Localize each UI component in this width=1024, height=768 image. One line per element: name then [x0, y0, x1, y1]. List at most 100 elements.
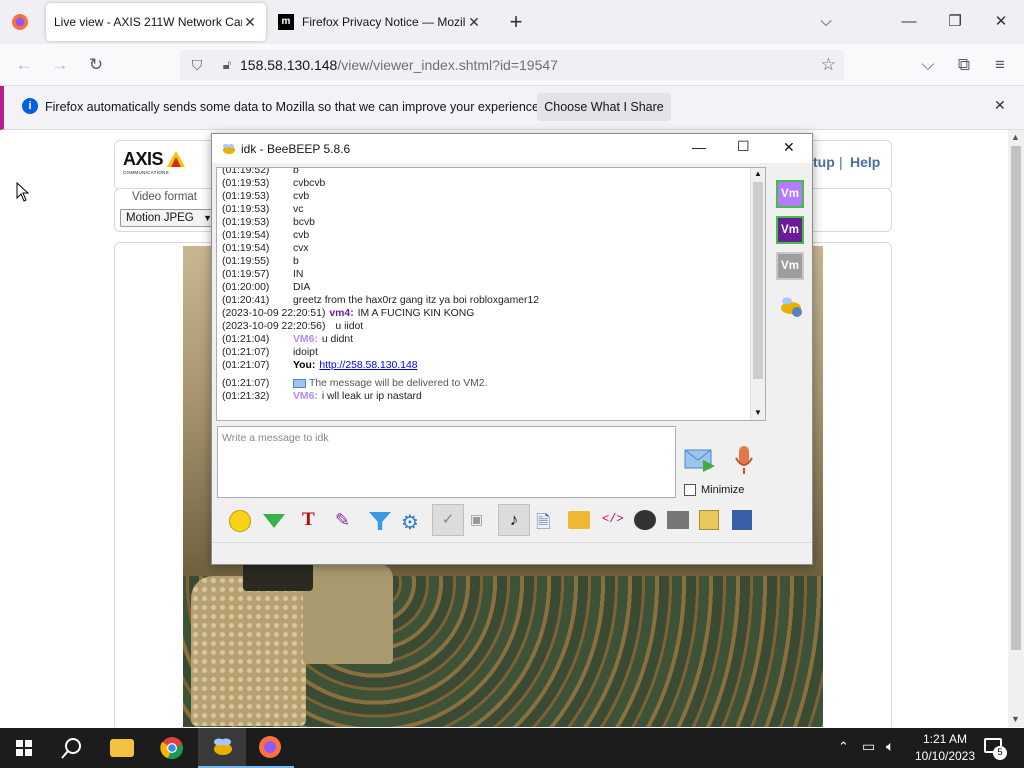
spellcheck-icon[interactable]: ✓	[432, 504, 464, 536]
message-text: i wll leak ur ip nastard	[321, 391, 422, 402]
extensions-icon[interactable]: ⧉	[952, 53, 976, 77]
send-file-icon[interactable]: 🗎	[536, 510, 550, 540]
axis-logo-subtitle: COMMUNICATIONS	[123, 170, 169, 175]
video-format-select[interactable]: Motion JPEG ▼	[120, 209, 216, 227]
shield-icon[interactable]: ⛉	[180, 57, 214, 74]
minimize-icon[interactable]: —	[692, 139, 706, 155]
word-complete-icon[interactable]: ▣	[470, 511, 483, 528]
message-text: cvb	[293, 191, 310, 202]
notification-center-button[interactable]: 5	[982, 736, 1007, 760]
windows-logo-icon	[16, 740, 32, 756]
close-window-icon[interactable]: ✕	[989, 10, 1013, 34]
video-format-label: Video format	[132, 191, 197, 203]
save-chat-icon[interactable]	[699, 510, 719, 530]
user-badge-vm[interactable]: Vm	[776, 216, 804, 244]
beebeep-title-bar[interactable]: idk - BeeBEEP 5.8.6 — ☐ ✕	[212, 134, 812, 163]
bookmark-star-icon[interactable]: ☆	[821, 55, 836, 75]
send-message-icon[interactable]	[683, 446, 717, 474]
message-timestamp: (01:21:07)	[222, 360, 270, 371]
taskbar-firefox[interactable]	[246, 728, 294, 768]
reload-icon[interactable]: ↻	[84, 53, 108, 77]
message-sender: VM6:	[293, 391, 318, 402]
setup-link[interactable]: tup	[813, 154, 835, 170]
restore-window-icon[interactable]: ❐	[943, 10, 967, 34]
settings-icon[interactable]: ⚙	[401, 510, 419, 535]
data-collection-notification: i Firefox automatically sends some data …	[0, 86, 1024, 130]
url-host: 158.58.130.148	[240, 57, 338, 73]
user-badge-label: Vm	[781, 188, 799, 200]
message-text: cvbcvb	[293, 178, 326, 189]
message-link[interactable]: http://258.58.130.148	[319, 360, 417, 371]
message-text: u didnt	[321, 334, 354, 345]
scroll-down-icon[interactable]: ▼	[1011, 714, 1020, 724]
maximize-icon[interactable]: ☐	[737, 138, 750, 155]
close-icon[interactable]: ✕	[783, 139, 795, 156]
html-icon[interactable]: </>	[602, 512, 624, 526]
navigation-bar: ← → ↻ ⛉ 🔓︎ 158.58.130.148 /view/viewer_i…	[0, 44, 1024, 86]
font-icon[interactable]: T	[302, 509, 315, 531]
buzz-icon[interactable]: ♪	[498, 504, 530, 536]
user-settings-icon[interactable]	[777, 292, 805, 320]
filter-icon[interactable]	[369, 512, 391, 530]
forward-icon[interactable]: →	[48, 53, 72, 77]
list-tabs-icon[interactable]: ⌵	[814, 10, 838, 34]
chat-message: (01:21:04) VM6: u didnt	[217, 333, 747, 346]
tab-live-view[interactable]: Live view - AXIS 211W Network Cam ✕	[46, 3, 266, 41]
address-bar[interactable]: ⛉ 🔓︎ 158.58.130.148 /view/viewer_index.s…	[180, 50, 844, 80]
firefox-view-icon[interactable]	[10, 12, 30, 32]
new-tab-button[interactable]: +	[504, 8, 528, 36]
voice-message-icon[interactable]	[733, 444, 755, 476]
help-link[interactable]: Help	[850, 154, 880, 170]
minimize-window-icon[interactable]: —	[897, 10, 921, 34]
scrollbar-thumb[interactable]	[753, 182, 763, 379]
close-notification-icon[interactable]: ✕	[994, 97, 1006, 114]
clock-time[interactable]: 1:21 AM	[917, 732, 973, 746]
scroll-up-icon[interactable]: ▲	[1011, 132, 1020, 142]
menu-icon[interactable]: ≡	[988, 53, 1012, 77]
choose-what-i-share-button[interactable]: Choose What I Share	[537, 93, 671, 121]
taskbar-beebeep[interactable]	[198, 728, 246, 768]
font-color-icon[interactable]: ✎	[335, 510, 350, 531]
axis-logo-triangle-icon	[167, 151, 185, 167]
scrollbar-thumb[interactable]	[1011, 146, 1021, 650]
notification-message: Firefox automatically sends some data to…	[45, 100, 543, 114]
message-sender: vm4:	[329, 308, 354, 319]
taskbar-file-explorer[interactable]	[98, 728, 146, 768]
start-button[interactable]	[0, 728, 48, 768]
scroll-up-icon[interactable]: ▲	[754, 169, 762, 178]
user-badge-label: Vm	[781, 260, 799, 272]
close-tab-icon[interactable]: ✕	[466, 14, 482, 31]
chat-message: (01:19:53) vc	[217, 203, 747, 216]
message-timestamp: (01:19:55)	[222, 256, 270, 267]
chat-history-icon[interactable]	[667, 511, 689, 529]
pocket-icon[interactable]: ⌵	[916, 53, 940, 77]
minimize-checkbox[interactable]	[684, 484, 696, 496]
nudge-icon[interactable]	[263, 514, 285, 528]
network-icon[interactable]: ▭	[862, 738, 875, 755]
close-tab-icon[interactable]: ✕	[242, 14, 258, 31]
beebeep-app-icon	[223, 144, 235, 154]
clock-date[interactable]: 10/10/2023	[909, 749, 981, 763]
screenshot-icon[interactable]	[634, 510, 656, 530]
user-badge-vm[interactable]: Vm	[776, 252, 804, 280]
user-badge-label: Vm	[781, 224, 799, 236]
user-badge-vm[interactable]: Vm	[776, 180, 804, 208]
send-folder-icon[interactable]	[568, 511, 590, 529]
page-scrollbar[interactable]: ▲ ▼	[1008, 130, 1024, 727]
tab-privacy-notice[interactable]: m Firefox Privacy Notice — Mozilla ✕	[270, 3, 490, 41]
emoticon-icon[interactable]	[229, 510, 251, 532]
taskbar-chrome[interactable]	[148, 728, 196, 768]
beebeep-title: idk - BeeBEEP 5.8.6	[241, 142, 351, 156]
back-icon[interactable]: ←	[12, 53, 36, 77]
camera-armchair	[303, 564, 393, 664]
search-button[interactable]	[48, 728, 96, 768]
show-hidden-icons-icon[interactable]: ⌃	[838, 739, 849, 755]
insecure-lock-icon[interactable]: 🔓︎	[214, 57, 240, 73]
print-icon[interactable]	[732, 510, 752, 530]
chat-message-list: (01:19:52) b (01:19:53) cvbcvb (01:19:53) cvb…	[217, 168, 747, 403]
chat-scrollbar[interactable]: ▲ ▼	[750, 168, 765, 420]
scroll-down-icon[interactable]: ▼	[754, 408, 762, 417]
volume-muted-icon[interactable]: 🔈︎	[886, 738, 894, 755]
chat-log[interactable]: (01:19:52) b (01:19:53) cvbcvb (01:19:53) cvb…	[216, 167, 766, 421]
message-input[interactable]: Write a message to idk	[217, 426, 676, 498]
